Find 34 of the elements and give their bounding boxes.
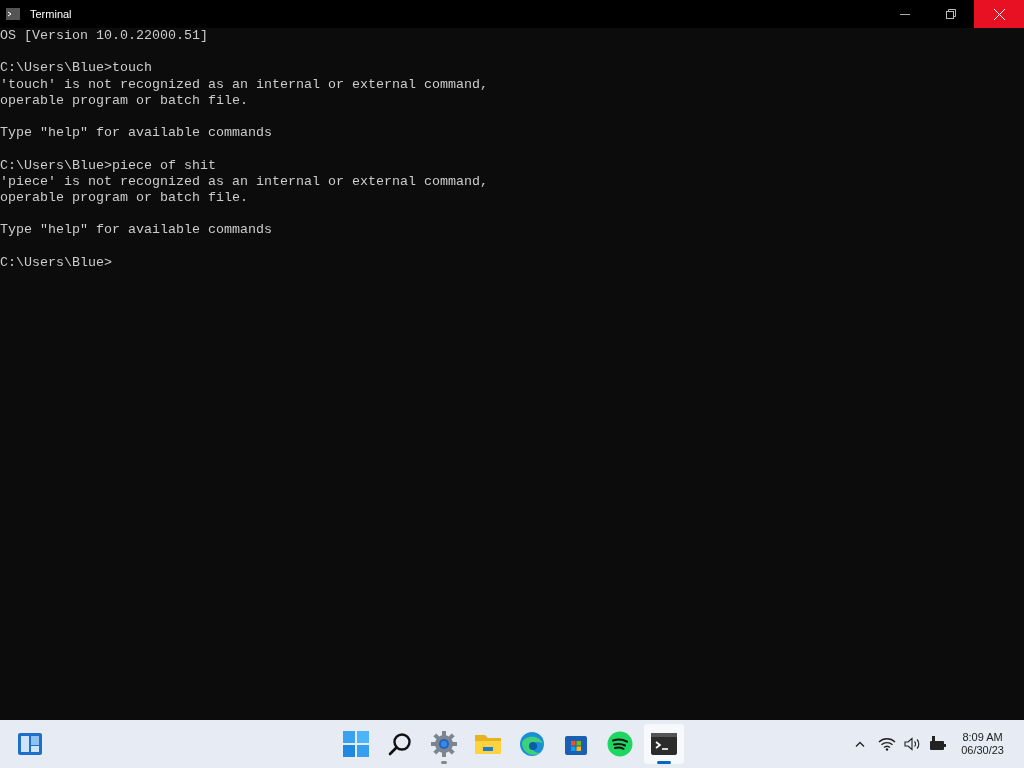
running-indicator (657, 761, 671, 764)
folder-icon (475, 732, 501, 756)
widgets-button[interactable] (18, 732, 42, 756)
console-line: Type "help" for available commands (0, 222, 272, 239)
console-line: operable program or batch file. (0, 92, 248, 109)
search-icon (388, 732, 412, 756)
clock[interactable]: 8:09 AM 06/30/23 (961, 731, 1004, 757)
chevron-up-icon (855, 741, 866, 747)
browser-icon (519, 731, 545, 757)
console-line: 'piece' is not recognized as an internal or external command, (0, 173, 488, 190)
clock-time: 8:09 AM (962, 731, 1003, 744)
taskbar-app[interactable] (644, 724, 684, 764)
volume-icon (904, 737, 922, 751)
console-line: C:\Users\Blue>piece of shit (0, 157, 216, 174)
restore-icon (946, 9, 956, 19)
widgets-icon (18, 733, 42, 755)
windows-logo-icon (343, 731, 369, 757)
wifi-icon (878, 737, 897, 751)
console-line: 'touch' is not recognized as an internal or external command, (0, 76, 488, 93)
console-line: Type "help" for available commands (0, 125, 272, 142)
console-line: OS [Version 10.0.22000.51] (0, 28, 208, 45)
spotify-icon (607, 731, 633, 757)
settings-icon (431, 731, 457, 757)
console-line: C:\Users\Blue> (0, 254, 112, 271)
running-indicator (441, 761, 447, 764)
console-line: C:\Users\Blue>touch (0, 60, 152, 77)
clock-date: 06/30/23 (961, 744, 1004, 757)
terminal-icon (6, 8, 20, 20)
battery-icon (929, 736, 948, 752)
close-icon (993, 8, 1005, 20)
window-title: Terminal (30, 6, 72, 22)
minimize-icon (900, 13, 910, 15)
terminal-icon (651, 733, 677, 755)
console-line: operable program or batch file. (0, 190, 248, 207)
